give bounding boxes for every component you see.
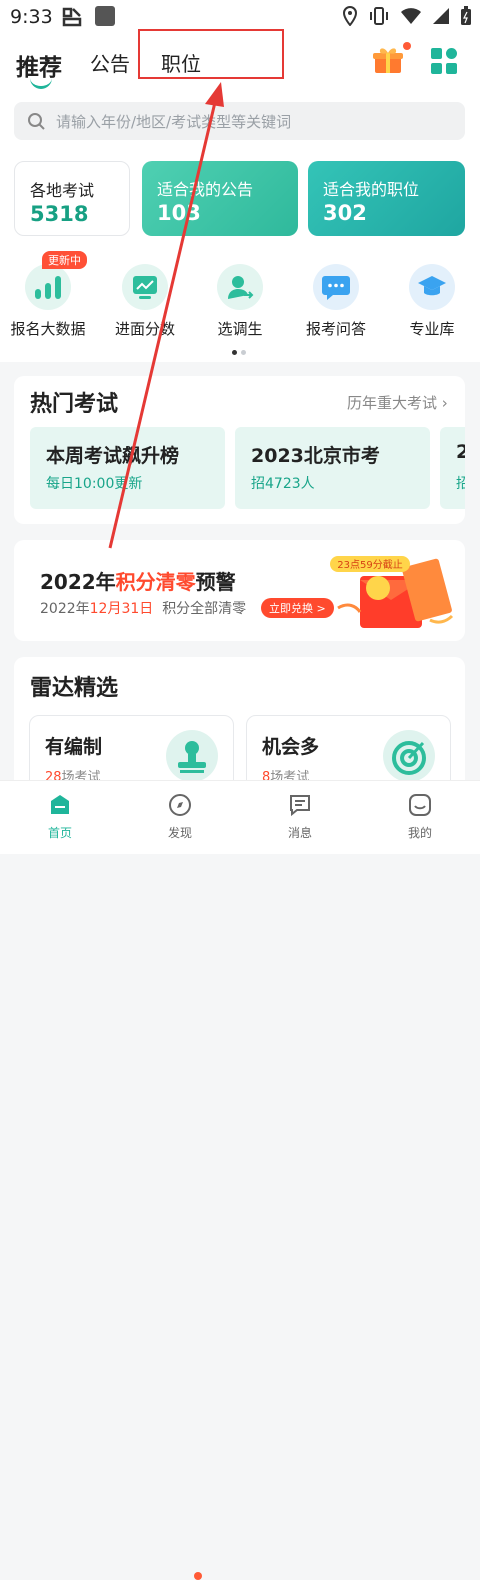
quick-link-label: 专业库 (409, 320, 455, 338)
radar-card-name: 有编制 (45, 736, 103, 758)
stat-title: 适合我的职位 (323, 180, 420, 199)
stat-card-my-announcements[interactable]: 适合我的公告 103 (142, 161, 298, 236)
quick-link-label: 进面分数 (114, 320, 175, 338)
trend-chart-icon (133, 276, 157, 299)
stat-card-my-positions[interactable]: 适合我的职位 302 (308, 161, 465, 236)
profile-icon (409, 794, 431, 816)
nav-discover[interactable]: 发现 (150, 793, 210, 841)
bug-icon (62, 7, 82, 27)
bar-chart-icon (35, 276, 61, 299)
chat-bubble-icon (322, 276, 350, 300)
signal-icon (433, 8, 449, 24)
quick-link-qa[interactable]: 报考问答 (291, 264, 381, 339)
app-square-icon (95, 6, 115, 26)
gift-notification-dot (403, 42, 411, 50)
nav-label: 消息 (287, 826, 312, 840)
quick-link-label: 报考问答 (305, 320, 366, 338)
hot-exam-name: 2023北京市考 (251, 445, 380, 467)
vibrate-icon (370, 7, 388, 25)
stat-value: 5318 (30, 202, 89, 226)
hot-exam-item[interactable]: 2023北京市考 招4723人 (235, 427, 430, 509)
quick-link-interview-scores[interactable]: 进面分数 (100, 264, 190, 339)
tab-announcement[interactable]: 公告 (90, 48, 130, 77)
quick-link-label: 选调生 (217, 320, 263, 338)
compass-icon (169, 794, 191, 816)
quick-link-selected-graduates[interactable]: 选调生 (195, 264, 285, 339)
quick-link-label: 报名大数据 (10, 320, 86, 338)
discover-notification-dot (194, 1572, 202, 1580)
radar-card-name: 机会多 (262, 736, 320, 758)
quick-link-registration-data[interactable]: 报名大数据 (3, 264, 93, 339)
updating-badge: 更新中 (42, 251, 87, 269)
radar-picks-title: 雷达精选 (30, 676, 119, 701)
stat-value: 302 (323, 201, 367, 225)
stat-value: 103 (157, 201, 201, 225)
stat-title: 适合我的公告 (157, 180, 254, 199)
user-transfer-icon (228, 276, 254, 299)
hot-exam-name: 2 (456, 441, 465, 463)
stamp-icon (166, 730, 218, 782)
promo-title: 2022年积分清零预警 (40, 570, 236, 594)
apps-grid-icon[interactable] (430, 47, 458, 75)
home-icon (51, 795, 69, 814)
wifi-icon (401, 8, 421, 24)
hot-exam-name: 本周考试飙升榜 (46, 445, 180, 467)
nav-label: 我的 (407, 826, 432, 840)
gift-icon[interactable] (372, 44, 404, 76)
annotation-highlight-box (138, 29, 284, 79)
search-placeholder: 请输入年份/地区/考试类型等关键词 (56, 113, 292, 131)
status-time: 9:33 (10, 6, 53, 28)
hot-exam-sub: 招 (456, 476, 465, 492)
stat-title: 各地考试 (30, 181, 95, 200)
tab-underline (30, 78, 52, 89)
nav-home[interactable]: 首页 (30, 793, 90, 841)
graduation-cap-icon (418, 276, 446, 296)
nav-label: 发现 (167, 826, 192, 840)
hot-exams-title: 热门考试 (30, 392, 119, 417)
page-indicator (232, 350, 246, 355)
hot-exam-sub: 招4723人 (251, 476, 315, 492)
search-bar[interactable]: 请输入年份/地区/考试类型等关键词 (14, 102, 465, 140)
tab-recommend[interactable]: 推荐 (16, 48, 62, 82)
hot-exam-item[interactable]: 2 招 (440, 427, 465, 509)
promo-subtitle: 2022年12月31日 积分全部清零 (40, 601, 247, 617)
message-icon (290, 795, 310, 817)
hot-exams-more-link[interactable]: 历年重大考试 › (347, 392, 448, 413)
deadline-label: 23点59分截止 (337, 558, 402, 571)
redeem-now-button[interactable]: 立即兑换 > (261, 598, 334, 618)
nav-messages[interactable]: 消息 (270, 793, 330, 841)
search-icon (28, 113, 45, 130)
red-envelope-gift-icon: 23点59分截止 (330, 556, 454, 628)
target-icon (383, 730, 435, 782)
hot-exam-sub: 每日10:00更新 (46, 476, 143, 492)
stat-card-local-exams[interactable]: 各地考试 5318 (14, 161, 130, 236)
hot-exam-item[interactable]: 本周考试飙升榜 每日10:00更新 (30, 427, 225, 509)
nav-profile[interactable]: 我的 (390, 793, 450, 841)
battery-icon (461, 6, 471, 25)
nav-label: 首页 (47, 826, 72, 840)
location-icon (342, 6, 358, 26)
bottom-nav: 首页 发现 消息 我的 (0, 780, 480, 1580)
quick-link-major-library[interactable]: 专业库 (387, 264, 477, 339)
